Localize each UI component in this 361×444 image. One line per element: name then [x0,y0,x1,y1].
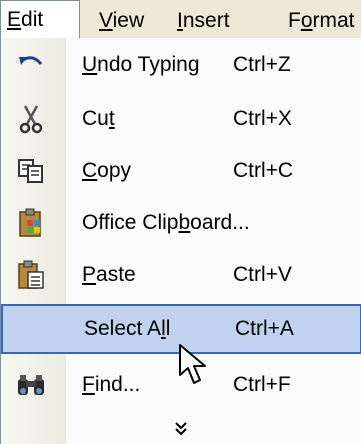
menu-format[interactable]: Format [288,8,355,34]
menu-item-label: Copy [82,159,132,182]
menu-item-label: Office Clipboard... [82,211,250,234]
menu-item-label: Paste [82,263,136,286]
menu-item-cut[interactable]: Cut Ctrl+X [1,94,361,144]
menu-insert-rest: nsert [182,9,230,32]
menu-item-shortcut: Ctrl+A [235,317,294,340]
menu-insert[interactable]: Insert [177,8,230,34]
menu-item-shortcut: Ctrl+C [233,159,294,182]
scissors-icon [7,103,55,135]
menu-item-undo-typing[interactable]: Undo Typing Ctrl+Z [1,40,361,90]
menu-bar: Edit View Insert Format [0,0,361,39]
menu-item-shortcut: Ctrl+X [233,107,292,130]
menu-view-mnemonic: V [99,9,113,32]
menu-format-rest: rmat [312,9,355,32]
menu-item-shortcut: Ctrl+Z [233,53,291,76]
menu-edit-rest: dit [21,8,44,31]
undo-icon [7,49,55,81]
office-clipboard-icon [7,207,55,239]
menu-edit[interactable]: Edit [0,0,80,38]
menu-item-label: Select All [84,317,171,340]
menu-item-label: Cut [82,107,115,130]
expand-menu-chevron-icon[interactable] [1,414,241,442]
copy-icon [7,155,55,187]
menu-item-office-clipboard[interactable]: Office Clipboard... [1,198,361,248]
menu-item-label: Find... [82,373,141,396]
menu-item-shortcut: Ctrl+F [233,373,291,396]
binoculars-icon [7,369,55,401]
menu-view-rest: iew [112,9,145,32]
menu-item-paste[interactable]: Paste Ctrl+V [1,250,361,300]
paste-icon [7,259,55,291]
menu-item-shortcut: Ctrl+V [233,263,292,286]
menu-item-copy[interactable]: Copy Ctrl+C [1,146,361,196]
menu-edit-mnemonic: E [7,8,22,31]
menu-item-label: Undo Typing [82,53,200,76]
menu-format-mnemonic: o [300,9,313,32]
menu-format-pre: F [288,9,301,32]
menu-view[interactable]: View [99,8,144,34]
mouse-pointer-icon [178,343,214,387]
